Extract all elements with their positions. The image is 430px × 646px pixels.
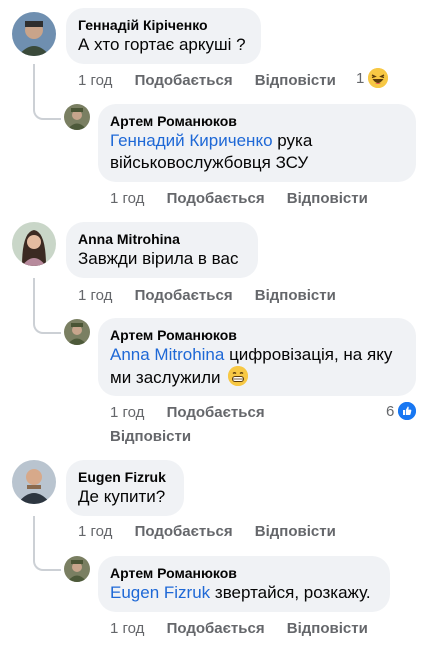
comment-bubble: Eugen Fizruk Де купити? xyxy=(66,460,184,516)
like-button[interactable]: Подобається xyxy=(135,287,233,305)
reply-button[interactable]: Відповісти xyxy=(287,620,368,638)
comment-time[interactable]: 1 год xyxy=(78,523,112,541)
reply-actions: 1 год Подобається xyxy=(110,404,265,422)
reply-text-part: ми заслужили xyxy=(110,368,221,387)
reply-bubble: Артем Романюков Геннадий Кириченко рука … xyxy=(98,104,416,182)
reaction-count: 1 xyxy=(356,69,365,87)
avatar[interactable] xyxy=(12,460,56,504)
reply-author[interactable]: Артем Романюков xyxy=(110,326,404,344)
like-button[interactable]: Подобається xyxy=(135,523,233,541)
like-button[interactable]: Подобається xyxy=(167,404,265,422)
comment-text: Завжди вірила в вас xyxy=(78,249,239,268)
avatar[interactable] xyxy=(12,12,56,56)
reply-text-line: ми заслужили xyxy=(110,366,404,389)
reply-button[interactable]: Відповісти xyxy=(287,190,368,208)
comment-actions: 1 год Подобається Відповісти xyxy=(78,523,336,541)
reply-connector xyxy=(33,64,61,120)
mention-link[interactable]: Геннадий Кириченко xyxy=(110,131,273,150)
reply-text-line: військовослужбовця ЗСУ xyxy=(110,153,309,172)
reply-text: Anna Mitrohina цифровізація, на яку xyxy=(110,344,404,366)
comment-time[interactable]: 1 год xyxy=(78,287,112,305)
reply-time[interactable]: 1 год xyxy=(110,404,144,422)
reply-author[interactable]: Артем Романюков xyxy=(110,112,404,130)
comment-actions: 1 год Подобається Відповісти xyxy=(78,287,336,305)
like-button[interactable]: Подобається xyxy=(167,620,265,638)
reply-actions: Відповісти xyxy=(110,428,191,446)
reply-connector xyxy=(33,278,61,334)
like-icon xyxy=(398,402,417,420)
reply-button[interactable]: Відповісти xyxy=(110,428,191,446)
reply-actions: 1 год Подобається Відповісти xyxy=(110,190,368,208)
reply-time[interactable]: 1 год xyxy=(110,620,144,638)
reply-author[interactable]: Артем Романюков xyxy=(110,564,378,582)
comment-bubble: Геннадій Кіріченко А хто гортає аркуші ? xyxy=(66,8,261,64)
reply-button[interactable]: Відповісти xyxy=(255,287,336,305)
comment-author[interactable]: Eugen Fizruk xyxy=(78,468,172,486)
reply-text-part: рука xyxy=(272,131,313,150)
mention-link[interactable]: Anna Mitrohina xyxy=(110,345,224,364)
comment-actions: 1 год Подобається Відповісти xyxy=(78,72,336,90)
reply-text: Геннадий Кириченко рука xyxy=(110,130,404,152)
reply-text-part: звертайся, розкажу. xyxy=(210,583,371,602)
avatar[interactable] xyxy=(64,104,90,130)
reaction-summary[interactable]: 1 xyxy=(356,68,389,88)
reaction-summary[interactable]: 6 xyxy=(386,402,417,420)
avatar[interactable] xyxy=(12,222,56,266)
reply-button[interactable]: Відповісти xyxy=(255,72,336,90)
grinning-emoji-icon xyxy=(228,366,249,386)
mention-link[interactable]: Eugen Fizruk xyxy=(110,583,210,602)
like-button[interactable]: Подобається xyxy=(167,190,265,208)
comment-time[interactable]: 1 год xyxy=(78,72,112,90)
like-button[interactable]: Подобається xyxy=(135,72,233,90)
reply-text: Eugen Fizruk звертайся, розкажу. xyxy=(110,582,378,604)
comment-author[interactable]: Anna Mitrohina xyxy=(78,230,246,248)
reply-time[interactable]: 1 год xyxy=(110,190,144,208)
avatar[interactable] xyxy=(64,319,90,345)
reply-bubble: Артем Романюков Anna Mitrohina цифровіза… xyxy=(98,318,416,396)
laughing-emoji-icon xyxy=(368,68,389,88)
reply-actions: 1 год Подобається Відповісти xyxy=(110,620,368,638)
comment-author[interactable]: Геннадій Кіріченко xyxy=(78,16,249,34)
comment-text: Де купити? xyxy=(78,487,166,506)
comment-text: А хто гортає аркуші ? xyxy=(78,35,246,54)
avatar[interactable] xyxy=(64,556,90,582)
reaction-count: 6 xyxy=(386,402,395,420)
reply-button[interactable]: Відповісти xyxy=(255,523,336,541)
comment-bubble: Anna Mitrohina Завжди вірила в вас xyxy=(66,222,258,278)
reply-connector xyxy=(33,516,61,571)
reply-bubble: Артем Романюков Eugen Fizruk звертайся, … xyxy=(98,556,390,612)
reply-text-part: цифровізація, на яку xyxy=(224,345,393,364)
